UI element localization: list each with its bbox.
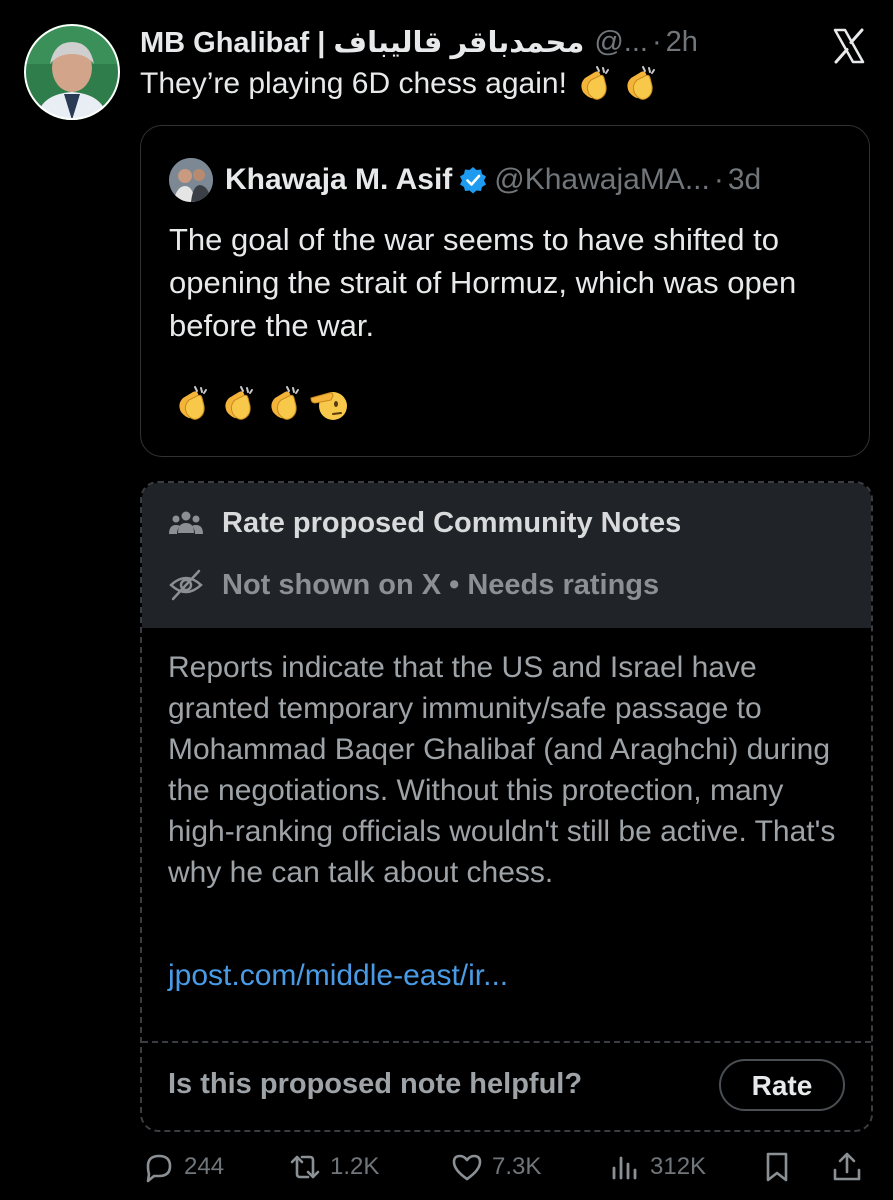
bookmark-icon <box>766 1152 788 1182</box>
views-chart-icon <box>612 1156 637 1180</box>
quoted-emoji-row <box>171 384 349 424</box>
clapping-hands-emoji-icon <box>271 386 299 420</box>
community-note-title-row: Rate proposed Community Notes <box>168 505 681 541</box>
community-note-body: Reports indicate that the US and Israel … <box>168 651 836 889</box>
saluting-face-emoji-icon <box>310 392 347 420</box>
reply-icon <box>146 1154 172 1183</box>
quoted-author-avatar[interactable] <box>169 158 213 202</box>
quoted-tweet-header: Khawaja M. Asif @KhawajaMA... · 3d <box>169 158 761 202</box>
repost-count: 1.2K <box>330 1153 380 1180</box>
verified-badge-icon <box>460 167 487 194</box>
bookmark-button[interactable] <box>760 1150 802 1184</box>
share-button[interactable] <box>830 1150 872 1184</box>
x-logo-icon[interactable] <box>829 26 869 66</box>
clapping-hands-emoji-icon <box>179 386 207 420</box>
clapping-hands-emoji-icon <box>225 386 253 420</box>
like-button[interactable]: 7.3K <box>450 1150 541 1184</box>
clapping-hands-emoji-icon <box>627 66 655 100</box>
community-note-card: Rate proposed Community Notes Not shown … <box>140 481 873 1132</box>
eye-off-icon <box>169 569 203 601</box>
author-name[interactable]: MB Ghalibaf | محمدباقر قالیباف <box>140 25 584 60</box>
quoted-tweet-text: The goal of the war seems to have shifte… <box>169 222 797 343</box>
community-note-source-link[interactable]: jpost.com/middle-east/ir... <box>168 959 508 993</box>
heart-icon <box>452 1154 482 1181</box>
repost-button[interactable]: 1.2K <box>288 1150 379 1184</box>
community-note-divider <box>142 1041 871 1043</box>
community-note-status-row: Not shown on X • Needs ratings <box>168 567 659 603</box>
views-button[interactable]: 312K <box>608 1150 706 1184</box>
community-note-status: Not shown on X • Needs ratings <box>222 568 660 601</box>
tweet-text: They’re playing 6D chess again! <box>140 67 567 100</box>
quoted-tweet[interactable]: Khawaja M. Asif @KhawajaMA... · 3d The g… <box>140 125 870 457</box>
people-icon <box>169 511 203 534</box>
quoted-author-handle[interactable]: @KhawajaMA... <box>494 163 710 197</box>
clapping-hands-emoji-icon <box>581 66 609 100</box>
quoted-tweet-time[interactable]: 3d <box>728 163 761 197</box>
reply-button[interactable]: 244 <box>142 1150 224 1184</box>
share-icon <box>833 1152 861 1181</box>
separator-dot: · <box>713 163 724 196</box>
repost-icon <box>290 1155 320 1179</box>
tweet-text-row: They’re playing 6D chess again! <box>140 64 659 104</box>
quoted-author-name[interactable]: Khawaja M. Asif <box>225 163 452 197</box>
author-avatar[interactable] <box>24 24 120 120</box>
author-handle[interactable]: @... <box>594 26 648 59</box>
rate-button[interactable]: Rate <box>719 1059 845 1111</box>
reply-count: 244 <box>184 1153 225 1180</box>
like-count: 7.3K <box>492 1153 542 1180</box>
tweet-time[interactable]: 2h <box>666 26 698 59</box>
views-count: 312K <box>650 1153 707 1180</box>
helpful-question: Is this proposed note helpful? <box>168 1068 583 1100</box>
tweet-header: MB Ghalibaf | محمدباقر قالیباف @... · 2h <box>140 22 853 62</box>
tweet-action-bar: 244 1.2K 7.3K 312K <box>140 1150 870 1190</box>
separator-dot: · <box>651 25 662 58</box>
community-note-title: Rate proposed Community Notes <box>222 506 682 539</box>
